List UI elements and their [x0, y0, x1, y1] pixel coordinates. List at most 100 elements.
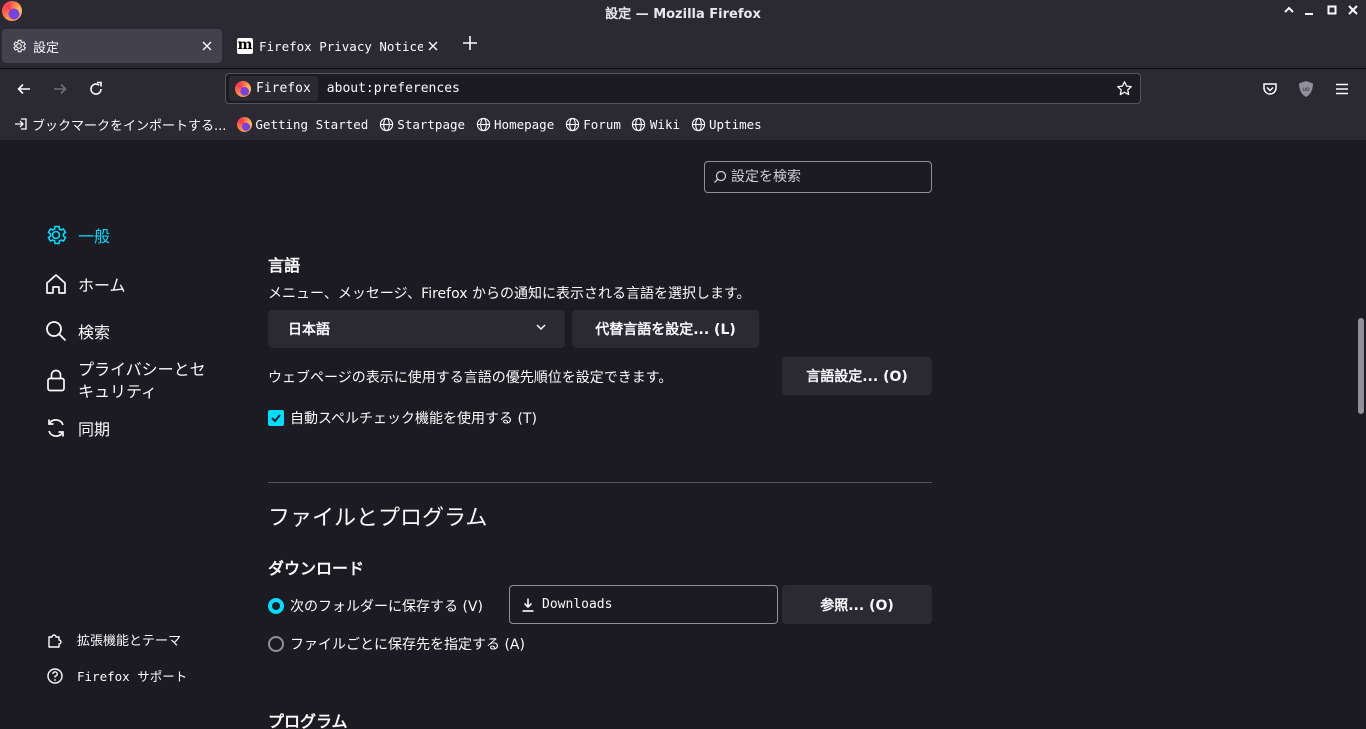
firefox-icon	[235, 80, 251, 97]
settings-search-input[interactable]	[731, 169, 921, 185]
save-to-row[interactable]: 次のフォルダーに保存する (V)	[268, 596, 483, 616]
preferences-page: 一般 ホーム 検索 プライバシーとセ キュリティ 同期 拡張機能とテーマ	[0, 140, 1366, 729]
spellcheck-row[interactable]: 自動スペルチェック機能を使用する (T)	[268, 408, 537, 428]
bookmark-import[interactable]: ブックマークをインポートする...	[10, 112, 229, 136]
alternative-languages-button[interactable]: 代替言語を設定... (L)	[572, 310, 759, 348]
identity-box[interactable]: Firefox	[229, 76, 318, 101]
programs-heading: プログラム	[268, 712, 348, 729]
bookmark-getting-started[interactable]: Getting Started	[233, 112, 371, 136]
window-minimize-button[interactable]	[1299, 2, 1319, 22]
language-description: メニュー、メッセージ、Firefox からの通知に表示される言語を選択します。	[268, 286, 751, 302]
tab-close-icon[interactable]	[197, 36, 217, 56]
tab-label: Firefox Privacy Notice —	[259, 38, 423, 54]
bookmark-uptimes[interactable]: Uptimes	[687, 112, 765, 136]
puzzle-icon	[46, 631, 64, 649]
always-ask-row[interactable]: ファイルごとに保存先を指定する (A)	[268, 634, 525, 654]
save-to-label: 次のフォルダーに保存する (V)	[290, 599, 483, 615]
category-label: 一般	[78, 227, 111, 246]
category-general[interactable]: 一般	[44, 223, 110, 247]
category-search[interactable]: 検索	[44, 319, 110, 343]
download-icon	[520, 597, 536, 613]
url-bar[interactable]: Firefox about:preferences	[225, 73, 1141, 104]
browse-folder-button[interactable]: 参照... (O)	[782, 585, 932, 624]
firefox-icon	[236, 116, 252, 132]
bookmark-star-icon[interactable]	[1112, 77, 1136, 101]
new-tab-plus-icon[interactable]	[458, 34, 482, 58]
window-close-button[interactable]	[1343, 2, 1363, 22]
lock-icon	[44, 368, 68, 392]
settings-search-box[interactable]	[704, 161, 932, 193]
bookmark-label: Homepage	[494, 116, 555, 132]
spellcheck-label: 自動スペルチェック機能を使用する (T)	[290, 411, 537, 427]
globe-icon	[564, 116, 580, 132]
footer-label: 拡張機能とテーマ	[77, 634, 182, 649]
tab-privacy-notice[interactable]: m Firefox Privacy Notice —	[228, 29, 448, 63]
reload-icon[interactable]	[84, 77, 108, 101]
choose-languages-button[interactable]: 言語設定... (O)	[782, 357, 932, 395]
download-folder-field[interactable]: Downloads	[509, 585, 778, 624]
save-to-radio[interactable]	[268, 598, 284, 614]
category-label: 同期	[78, 420, 111, 439]
language-select[interactable]: 日本語	[268, 310, 565, 348]
help-icon	[46, 667, 64, 685]
search-icon	[44, 319, 68, 343]
bookmark-label: Getting Started	[255, 116, 369, 132]
download-folder-value: Downloads	[542, 597, 613, 612]
window-title: 設定 — Mozilla Firefox	[605, 7, 761, 22]
url-text[interactable]: about:preferences	[327, 81, 1112, 96]
ublock-shield-icon[interactable]: uo	[1294, 77, 1318, 101]
gear-icon	[11, 38, 27, 54]
globe-icon	[631, 116, 647, 132]
category-privacy[interactable]: プライバシーとセ キュリティ	[44, 359, 206, 403]
sync-icon	[44, 416, 68, 440]
tab-strip: 設定 m Firefox Privacy Notice —	[0, 24, 1366, 68]
category-label: プライバシーとセ キュリティ	[78, 359, 206, 403]
svg-text:uo: uo	[1302, 86, 1310, 93]
bookmark-wiki[interactable]: Wiki	[628, 112, 683, 136]
bookmark-label: ブックマークをインポートする...	[32, 118, 227, 134]
window-maximize-chevron-icon[interactable]	[1279, 2, 1299, 22]
identity-label: Firefox	[256, 81, 311, 96]
spellcheck-checkbox[interactable]	[268, 410, 284, 426]
bookmark-label: Wiki	[649, 116, 680, 132]
pocket-icon[interactable]	[1258, 77, 1282, 101]
back-arrow-icon[interactable]	[12, 77, 36, 101]
category-home[interactable]: ホーム	[44, 272, 126, 296]
gear-icon	[44, 223, 68, 247]
always-ask-radio[interactable]	[268, 636, 284, 652]
category-label-line1: プライバシーとセ	[78, 360, 206, 379]
mozilla-m-icon: m	[237, 37, 253, 54]
support-link[interactable]: Firefox サポート	[46, 666, 187, 685]
chevron-down-icon	[535, 321, 547, 337]
bookmark-startpage[interactable]: Startpage	[375, 112, 468, 136]
forward-arrow-icon[interactable]	[48, 77, 72, 101]
globe-icon	[690, 116, 706, 132]
category-label-line2: キュリティ	[78, 382, 158, 401]
bookmark-label: Forum	[583, 116, 621, 132]
hamburger-menu-icon[interactable]	[1330, 77, 1354, 101]
section-divider	[268, 482, 932, 483]
tab-close-icon[interactable]	[423, 36, 443, 56]
window-restore-button[interactable]	[1322, 2, 1342, 22]
addons-link[interactable]: 拡張機能とテーマ	[46, 630, 181, 649]
home-icon	[44, 272, 68, 296]
bookmark-forum[interactable]: Forum	[561, 112, 624, 136]
bookmark-label: Uptimes	[709, 116, 762, 132]
files-heading: ファイルとプログラム	[268, 506, 488, 531]
always-ask-label: ファイルごとに保存先を指定する (A)	[290, 637, 525, 653]
import-icon	[13, 116, 29, 132]
footer-label: Firefox サポート	[77, 669, 188, 684]
page-language-description: ウェブページの表示に使用する言語の優先順位を設定できます。	[268, 370, 673, 386]
downloads-heading: ダウンロード	[268, 559, 365, 578]
bookmark-label: Startpage	[397, 116, 466, 132]
bookmarks-toolbar: ブックマークをインポートする... Getting Started Startp…	[0, 108, 1366, 140]
language-select-value: 日本語	[288, 322, 330, 338]
category-sync[interactable]: 同期	[44, 416, 110, 440]
page-scrollbar[interactable]	[1358, 318, 1364, 414]
search-icon	[713, 170, 727, 184]
language-heading: 言語	[268, 256, 301, 275]
navigation-toolbar: Firefox about:preferences uo	[0, 68, 1366, 108]
tab-settings[interactable]: 設定	[2, 29, 222, 63]
globe-icon	[475, 116, 491, 132]
bookmark-homepage[interactable]: Homepage	[472, 112, 557, 136]
